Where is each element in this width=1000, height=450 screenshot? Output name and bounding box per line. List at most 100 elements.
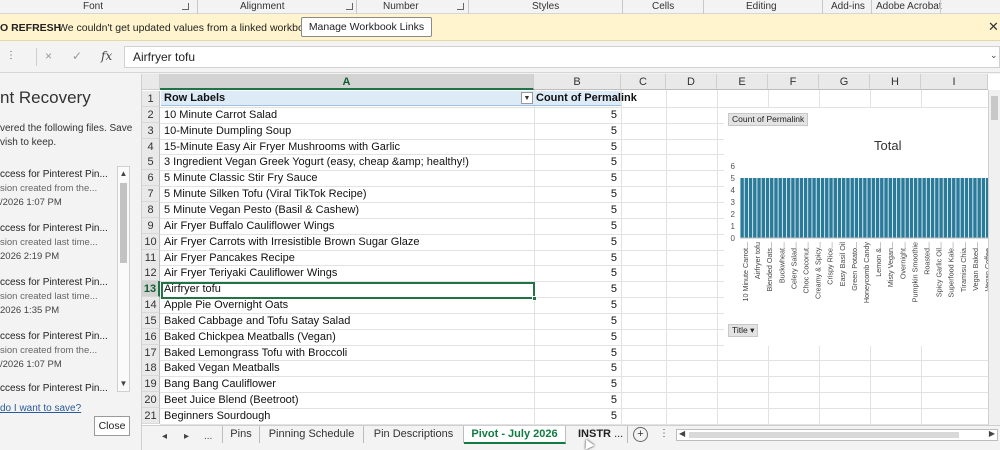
- row-label-cell[interactable]: Apple Pie Overnight Oats: [161, 297, 533, 313]
- formula-input[interactable]: [124, 46, 1000, 68]
- pivot-chart[interactable]: Count of Permalink Total 0 1 2 3 4 5 6 10 Minut…: [724, 108, 1000, 346]
- vertical-dots-icon[interactable]: ⋮: [6, 50, 16, 61]
- row-header-20[interactable]: 20: [142, 392, 160, 409]
- row-header-15[interactable]: 15: [142, 312, 160, 329]
- vertical-scrollbar[interactable]: [988, 90, 1000, 425]
- fill-handle[interactable]: [532, 296, 537, 301]
- chart-bar[interactable]: [939, 178, 943, 238]
- tab-pin-descriptions[interactable]: Pin Descriptions: [364, 426, 464, 443]
- chart-bar[interactable]: [952, 178, 956, 238]
- row-header-17[interactable]: 17: [142, 344, 160, 361]
- chart-bar[interactable]: [935, 178, 939, 238]
- chart-bar[interactable]: [850, 178, 854, 238]
- more-sheets-button[interactable]: ...: [204, 431, 212, 442]
- chart-bar[interactable]: [753, 178, 757, 238]
- row-label-cell[interactable]: 10 Minute Carrot Salad: [161, 107, 533, 123]
- scroll-down-arrow-icon[interactable]: ▼: [118, 377, 129, 391]
- chart-bar[interactable]: [930, 178, 935, 238]
- column-header-b[interactable]: B: [534, 74, 621, 90]
- chart-bar[interactable]: [981, 178, 986, 238]
- chart-bar[interactable]: [867, 178, 871, 238]
- chart-bar[interactable]: [871, 178, 876, 238]
- scroll-left-arrow-icon[interactable]: ◀: [679, 429, 685, 438]
- column-header-f[interactable]: F: [768, 74, 819, 90]
- chart-bar[interactable]: [761, 178, 765, 238]
- chart-bar[interactable]: [926, 178, 931, 238]
- chart-bar[interactable]: [960, 178, 964, 238]
- chart-bar[interactable]: [770, 178, 774, 238]
- tab-instr[interactable]: INSTR ...: [566, 426, 628, 443]
- column-header-e[interactable]: E: [717, 74, 768, 90]
- scroll-up-arrow-icon[interactable]: ▲: [118, 167, 129, 181]
- recovery-close-button[interactable]: Close: [94, 416, 130, 436]
- chart-bar[interactable]: [875, 178, 880, 238]
- count-cell[interactable]: 5: [534, 313, 620, 329]
- column-header-h[interactable]: H: [870, 74, 921, 90]
- add-sheet-icon[interactable]: +: [633, 427, 648, 442]
- tab-pins[interactable]: Pins: [222, 426, 260, 443]
- chart-bar[interactable]: [786, 178, 791, 238]
- scrollbar-thumb[interactable]: [120, 183, 127, 263]
- row-label-cell[interactable]: Baked Chickpea Meatballs (Vegan): [161, 329, 533, 345]
- chart-bar[interactable]: [922, 178, 926, 238]
- chart-axis-field-button[interactable]: Title ▾: [728, 324, 759, 337]
- row-label-cell[interactable]: Baked Lemongrass Tofu with Broccoli: [161, 345, 533, 361]
- chart-bar[interactable]: [913, 178, 918, 238]
- row-header-14[interactable]: 14: [142, 297, 160, 314]
- insert-function-icon[interactable]: fx: [101, 49, 112, 63]
- cancel-icon[interactable]: ×: [45, 49, 52, 63]
- row-header-21[interactable]: 21: [142, 408, 160, 424]
- next-sheet-icon[interactable]: ▸: [184, 431, 189, 442]
- count-of-permalink-header[interactable]: Count of Permalink: [536, 91, 637, 106]
- row-label-cell[interactable]: Baked Vegan Meatballs: [161, 360, 533, 376]
- number-dialog-launcher-icon[interactable]: [457, 3, 464, 10]
- row-header-2[interactable]: 2: [142, 106, 160, 123]
- row-header-4[interactable]: 4: [142, 138, 160, 155]
- enter-icon[interactable]: ✓: [72, 49, 82, 63]
- chart-bar[interactable]: [808, 178, 812, 238]
- column-header-g[interactable]: G: [819, 74, 870, 90]
- count-cell[interactable]: 5: [534, 154, 620, 170]
- chart-bar[interactable]: [837, 178, 842, 238]
- manage-workbook-links-button[interactable]: Manage Workbook Links: [301, 17, 432, 37]
- font-dialog-launcher-icon[interactable]: [182, 3, 189, 10]
- chart-value-field-button[interactable]: Count of Permalink: [728, 113, 809, 126]
- row-header-9[interactable]: 9: [142, 217, 160, 234]
- row-label-cell[interactable]: 15-Minute Easy Air Fryer Mushrooms with …: [161, 139, 533, 155]
- count-cell[interactable]: 5: [534, 360, 620, 376]
- chart-bar[interactable]: [884, 178, 888, 238]
- column-header-i[interactable]: I: [921, 74, 988, 90]
- tab-pivot-july-2026[interactable]: Pivot - July 2026: [464, 426, 566, 444]
- which-files-to-save-link[interactable]: do I want to save?: [0, 403, 81, 414]
- previous-sheet-icon[interactable]: ◂: [162, 431, 167, 442]
- row-label-cell[interactable]: 5 Minute Classic Stir Fry Sauce: [161, 170, 533, 186]
- row-labels-header[interactable]: Row Labels: [164, 91, 225, 106]
- row-label-cell[interactable]: 3 Ingredient Vegan Greek Yogurt (easy, c…: [161, 154, 533, 170]
- row-label-cell[interactable]: 5 Minute Vegan Pesto (Basil & Cashew): [161, 202, 533, 218]
- chart-bar[interactable]: [956, 178, 960, 238]
- row-header-5[interactable]: 5: [142, 154, 160, 171]
- row-label-cell[interactable]: Baked Cabbage and Tofu Satay Salad: [161, 313, 533, 329]
- chart-bar[interactable]: [833, 178, 837, 238]
- chart-bar[interactable]: [748, 178, 753, 238]
- scroll-right-arrow-icon[interactable]: ▶: [989, 429, 995, 438]
- chart-bar[interactable]: [863, 178, 867, 238]
- column-header-c[interactable]: C: [621, 74, 666, 90]
- row-header-8[interactable]: 8: [142, 201, 160, 218]
- chart-bar[interactable]: [973, 178, 977, 238]
- count-cell[interactable]: 5: [534, 265, 620, 281]
- scrollbar-thumb[interactable]: [991, 96, 998, 120]
- row-header-16[interactable]: 16: [142, 328, 160, 345]
- chart-bar[interactable]: [846, 178, 850, 238]
- count-cell[interactable]: 5: [534, 107, 620, 123]
- chart-bar[interactable]: [782, 178, 787, 238]
- count-cell[interactable]: 5: [534, 234, 620, 250]
- filter-dropdown-icon[interactable]: ▼: [521, 92, 533, 104]
- row-label-cell[interactable]: Air Fryer Pancakes Recipe: [161, 250, 533, 266]
- row-label-cell[interactable]: Bang Bang Cauliflower: [161, 376, 533, 392]
- chart-bar[interactable]: [791, 178, 795, 238]
- horizontal-scrollbar[interactable]: ◀ ▶: [676, 429, 998, 441]
- row-header-12[interactable]: 12: [142, 265, 160, 282]
- alignment-dialog-launcher-icon[interactable]: [346, 3, 353, 10]
- chart-bar[interactable]: [905, 178, 909, 238]
